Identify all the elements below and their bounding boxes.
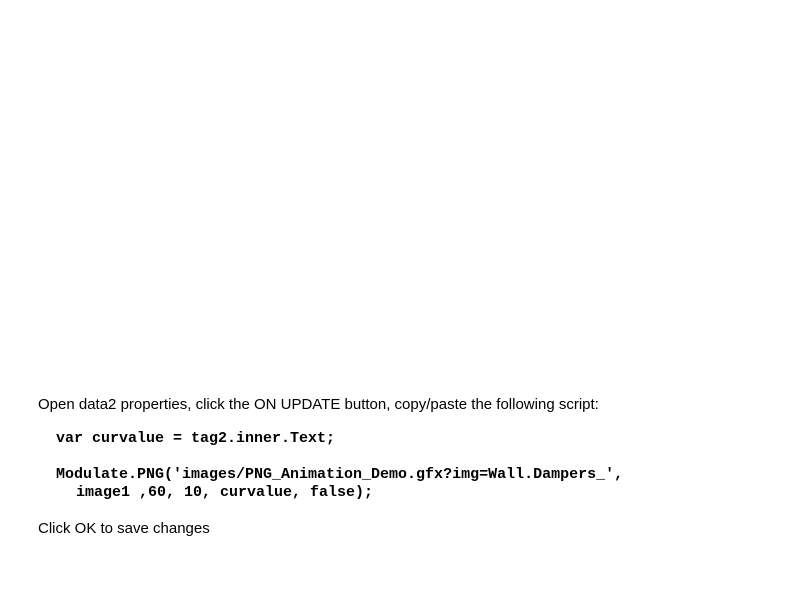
code-line-2-modulate-call: Modulate.PNG('images/PNG_Animation_Demo.… xyxy=(56,466,776,483)
code-line-1-var-declaration: var curvalue = tag2.inner.Text; xyxy=(56,430,776,447)
code-line-3-modulate-args: image1 ,60, 10, curvalue, false); xyxy=(76,484,794,501)
instruction-text-click-ok: Click OK to save changes xyxy=(38,520,758,537)
instruction-text-open-properties: Open data2 properties, click the ON UPDA… xyxy=(38,396,758,413)
